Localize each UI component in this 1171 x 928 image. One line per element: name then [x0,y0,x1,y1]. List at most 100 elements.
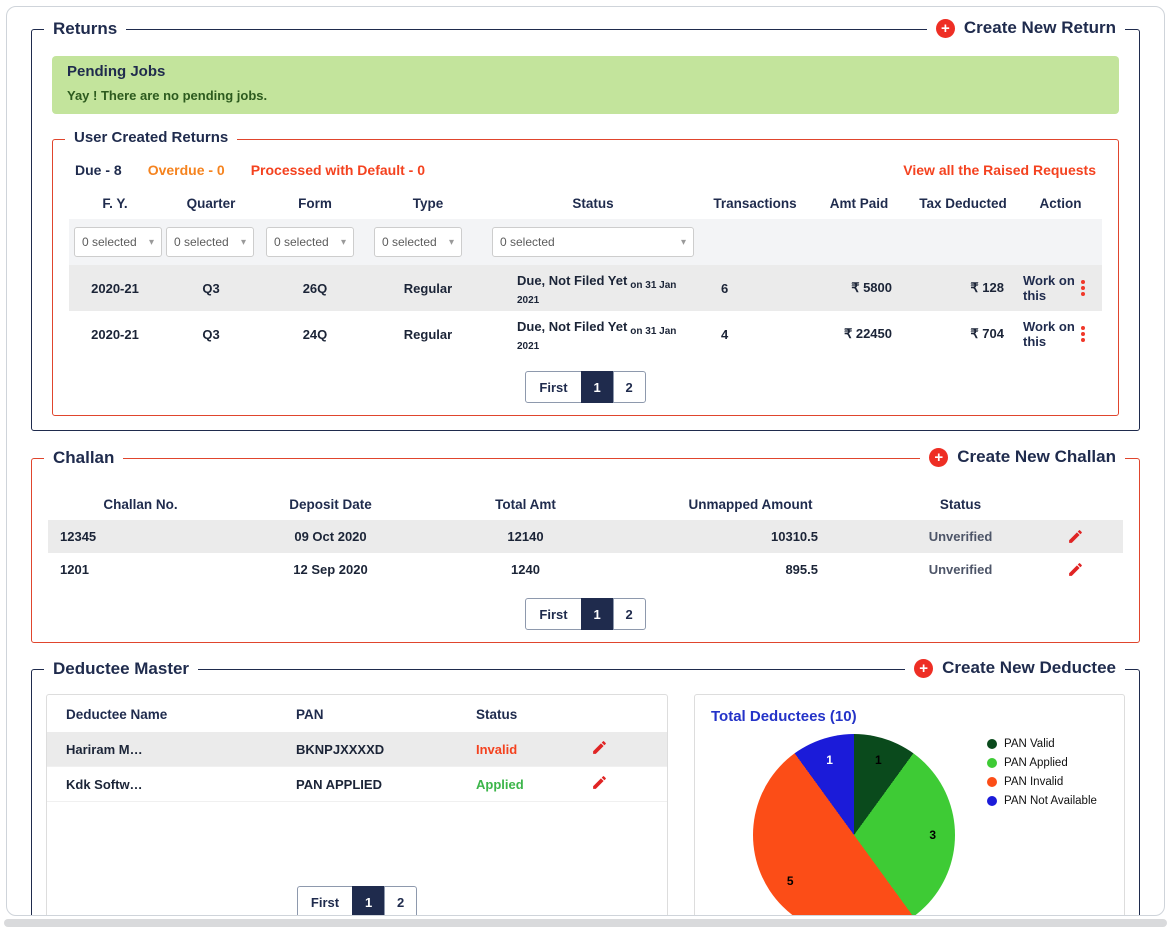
pagination-first-button[interactable]: First [296,886,354,915]
amt-paid-value: ₹ 22450 [843,326,892,341]
legend-label: PAN Invalid [1004,776,1064,788]
legend-item: PAN Applied [987,757,1097,769]
pagination-page-1[interactable]: 1 [352,886,386,915]
scrollbar-horizontal[interactable] [4,919,1167,927]
form-value: 26Q [302,280,328,296]
chevron-down-icon: ▾ [240,236,246,248]
edit-pencil-icon[interactable] [1067,528,1084,545]
legend-swatch [987,758,997,768]
legend-swatch [987,796,997,806]
user-created-returns-section: User Created Returns Due - 8 Overdue - 0… [52,129,1119,416]
form-value: 24Q [302,326,328,342]
create-new-challan-label: Create New Challan [957,447,1116,466]
pie-slice-label: 1 [875,753,882,768]
deductee-row: Hariram M… BKNPJXXXXD Invalid [47,732,667,767]
create-new-deductee-label: Create New Deductee [942,658,1116,677]
edit-pencil-icon[interactable] [1067,561,1084,578]
chart-legend: PAN Valid PAN Applied PAN Invalid PAN No… [987,738,1097,915]
chevron-down-icon: ▾ [340,236,346,248]
fy-value: 2020-21 [91,326,139,342]
col-tax-deducted: Tax Deducted [919,196,1007,211]
quarter-filter-dropdown[interactable]: 0 selected ▾ [166,227,254,257]
pagination-page-2[interactable]: 2 [612,371,646,403]
returns-table-header: F. Y. Quarter Form Type Status Transacti… [69,186,1102,219]
legend-label: PAN Not Available [1004,795,1097,807]
deductee-master-section: Deductee Master + Create New Deductee De… [31,658,1140,915]
work-on-this-link[interactable]: Work on this [1023,273,1076,303]
kebab-menu-icon[interactable] [1076,323,1090,345]
edit-pencil-icon[interactable] [591,739,608,756]
pagination-first-button[interactable]: First [525,598,582,630]
pan-value: PAN APPLIED [296,776,382,792]
col-status: Status [572,196,614,211]
deductee-status-value: Invalid [476,741,518,757]
return-row: 2020-21 Q3 24Q Regular Due, Not Filed Ye… [69,311,1102,357]
deductee-edit-cell [588,767,651,801]
pie-slice-label: 1 [826,753,833,768]
pagination-page-1[interactable]: 1 [580,598,614,630]
type-filter-dropdown[interactable]: 0 selected ▾ [374,227,462,257]
plus-icon: + [935,18,955,38]
create-new-deductee-button[interactable]: + Create New Deductee [905,658,1125,678]
view-all-raised-requests-link[interactable]: View all the Raised Requests [903,162,1096,178]
unmapped-amount-value: 895.5 [785,562,818,577]
deductee-pagination: First 1 2 [47,886,667,915]
content-frame: Returns + Create New Return Pending Jobs… [6,6,1165,916]
deductee-name-value: Kdk Softw… [66,776,143,792]
deductee-row: Kdk Softw… PAN APPLIED Applied [47,767,667,802]
transactions-value: 6 [721,280,729,296]
edit-pencil-icon[interactable] [591,774,608,791]
challan-status-value: Unverified [928,562,993,577]
deductee-edit-cell [588,732,651,766]
returns-filter-row: 0 selected ▾ 0 selected ▾ 0 selected ▾ 0 se… [69,219,1102,265]
returns-table: F. Y. Quarter Form Type Status Transacti… [69,186,1102,357]
work-on-this-link[interactable]: Work on this [1023,319,1076,349]
processed-with-default-count: Processed with Default - 0 [250,162,425,178]
returns-title: Returns [44,19,127,39]
fy-filter-dropdown[interactable]: 0 selected ▾ [74,227,162,257]
challan-pagination: First 1 2 [48,598,1123,630]
chevron-down-icon: ▾ [680,236,686,248]
quarter-value: Q3 [202,280,220,296]
deductee-chart-card: Total Deductees (10) 1 3 5 1 PAN Valid PAN … [694,694,1125,915]
legend-label: PAN Applied [1004,757,1068,769]
col-status: Status [939,497,982,512]
legend-swatch [987,739,997,749]
pie-slice-label: 5 [786,874,794,889]
filter-value: 0 selected [174,235,229,249]
pagination-page-2[interactable]: 2 [384,886,418,915]
create-new-return-button[interactable]: + Create New Return [926,18,1125,38]
pagination-page-2[interactable]: 2 [612,598,646,630]
return-row: 2020-21 Q3 26Q Regular Due, Not Filed Ye… [69,265,1102,311]
kebab-menu-icon[interactable] [1076,277,1090,299]
pagination-page-1[interactable]: 1 [580,371,614,403]
pie-slice-label: 3 [929,828,937,842]
pending-jobs-message: Yay ! There are no pending jobs. [67,88,268,103]
deposit-date-value: 09 Oct 2020 [294,529,367,544]
legend-swatch [987,777,997,787]
challan-edit-cell [1043,553,1123,586]
filter-value: 0 selected [382,235,437,249]
tds-dashboard-page: Returns + Create New Return Pending Jobs… [0,0,1171,928]
tax-deducted-value: ₹ 128 [970,280,1004,295]
unmapped-amount-value: 10310.5 [771,529,818,544]
pending-jobs-banner: Pending Jobs Yay ! There are no pending … [52,56,1119,114]
pie-chart: 1 3 5 1 [753,734,955,915]
challan-status-value: Unverified [928,529,993,544]
challan-no-value: 12345 [60,529,97,544]
create-new-challan-button[interactable]: + Create New Challan [920,447,1125,467]
type-value: Regular [403,326,453,342]
col-transactions: Transactions [713,196,797,211]
challan-row: 12345 09 Oct 2020 12140 10310.5 Unverifi… [48,520,1123,553]
due-count: Due - 8 [75,162,122,178]
total-amt-value: 12140 [507,529,544,544]
overdue-count: Overdue - 0 [147,162,225,178]
col-deductee-name: Deductee Name [66,707,168,722]
form-filter-dropdown[interactable]: 0 selected ▾ [266,227,354,257]
legend-label: PAN Valid [1004,738,1055,750]
col-form: Form [298,196,332,211]
pagination-first-button[interactable]: First [525,371,582,403]
col-pan: PAN [296,707,324,722]
status-filter-dropdown[interactable]: 0 selected ▾ [492,227,694,257]
status-value: Due, Not Filed Yet on 31 Jan 2021 [517,273,677,306]
